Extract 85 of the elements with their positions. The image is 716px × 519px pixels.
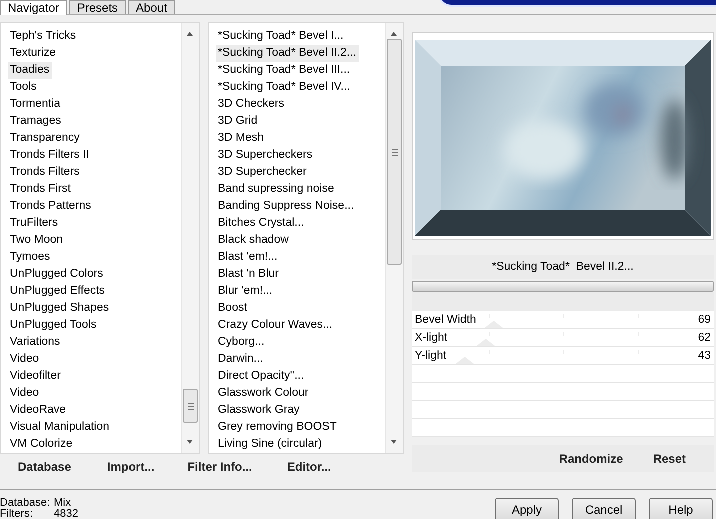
list-item[interactable]: Tronds Filters II bbox=[8, 147, 92, 164]
list-item[interactable]: UnPlugged Effects bbox=[8, 283, 108, 300]
parameter-value: 69 bbox=[698, 314, 711, 326]
list-button[interactable]: Editor... bbox=[287, 458, 332, 476]
filter-name: *Sucking Toad* Bevel II.2... bbox=[492, 261, 634, 273]
list-item[interactable]: Blur 'em!... bbox=[216, 283, 275, 300]
list-item[interactable]: 3D Superchecker bbox=[216, 164, 309, 181]
list-item[interactable]: Black shadow bbox=[216, 232, 291, 249]
list-item[interactable]: Cyborg... bbox=[216, 334, 267, 351]
list-item[interactable]: 3D Supercheckers bbox=[216, 147, 315, 164]
list-item[interactable]: Darwin... bbox=[216, 351, 266, 368]
slider-thumb[interactable] bbox=[485, 321, 504, 328]
list-item[interactable]: Blast 'em!... bbox=[216, 249, 280, 266]
list-item[interactable]: Video bbox=[8, 351, 42, 368]
list-item[interactable]: Tymoes bbox=[8, 249, 52, 266]
list-item[interactable]: Tronds Patterns bbox=[8, 198, 94, 215]
list-item[interactable]: Video bbox=[8, 385, 42, 402]
list-item[interactable]: UnPlugged Colors bbox=[8, 266, 106, 283]
status-label: Filters: bbox=[0, 509, 34, 519]
list-item[interactable]: Living Sine (circular) bbox=[216, 436, 324, 453]
dialog-button[interactable]: Apply bbox=[495, 498, 559, 519]
scroll-thumb[interactable] bbox=[183, 389, 198, 423]
list-item[interactable]: Boost bbox=[216, 300, 250, 317]
list-item[interactable]: *Sucking Toad* Bevel II.2... bbox=[216, 45, 359, 62]
slider-thumb[interactable] bbox=[476, 339, 495, 346]
list-item[interactable]: Tramages bbox=[8, 113, 64, 130]
list-item[interactable]: Band supressing noise bbox=[216, 181, 336, 198]
dialog-button[interactable]: Cancel bbox=[572, 498, 636, 519]
list-item[interactable]: 3D Grid bbox=[216, 113, 260, 130]
list-button[interactable]: Database bbox=[18, 458, 72, 476]
parameter-value: 43 bbox=[698, 350, 711, 362]
list-item[interactable]: Grey removing BOOST bbox=[216, 419, 339, 436]
list-item[interactable]: Glasswork Colour bbox=[216, 385, 311, 402]
list-item[interactable]: Texturize bbox=[8, 45, 58, 62]
list-item[interactable]: 3D Mesh bbox=[216, 130, 266, 147]
list-item[interactable]: UnPlugged Shapes bbox=[8, 300, 112, 317]
list-item[interactable]: VideoRave bbox=[8, 402, 68, 419]
list-item[interactable]: Variations bbox=[8, 334, 62, 351]
status-value: 4832 bbox=[54, 509, 78, 519]
grip-icon bbox=[392, 148, 398, 156]
list-item[interactable]: Direct Opacity''... bbox=[216, 368, 306, 385]
parameter-button[interactable]: Randomize bbox=[559, 450, 624, 468]
list-item[interactable]: *Sucking Toad* Bevel I... bbox=[216, 28, 346, 45]
list-button[interactable]: Import... bbox=[107, 458, 155, 476]
scroll-down-icon[interactable] bbox=[187, 440, 193, 444]
parameter-label: Bevel Width bbox=[415, 314, 476, 326]
list-item[interactable]: Visual Manipulation bbox=[8, 419, 112, 436]
list-item[interactable]: Transparency bbox=[8, 130, 82, 147]
list-item[interactable]: *Sucking Toad* Bevel IV... bbox=[216, 79, 352, 96]
list-button[interactable]: Filter Info... bbox=[188, 458, 252, 476]
list-item[interactable]: 3D Checkers bbox=[216, 96, 286, 113]
list-item[interactable]: Blast 'n Blur bbox=[216, 266, 281, 283]
status-label: Database: bbox=[0, 498, 52, 509]
list-item[interactable]: Tools bbox=[8, 79, 39, 96]
list-item[interactable]: Videofilter bbox=[8, 368, 63, 385]
list-item[interactable]: Teph's Tricks bbox=[8, 28, 78, 45]
status-value: Mix bbox=[54, 498, 72, 509]
list-item[interactable]: Bitches Crystal... bbox=[216, 215, 306, 232]
list-item[interactable]: VM Colorize bbox=[8, 436, 75, 453]
dialog-button[interactable]: Help bbox=[649, 498, 713, 519]
list-item[interactable]: Two Moon bbox=[8, 232, 66, 249]
scrollbar[interactable] bbox=[385, 23, 403, 453]
scrollbar[interactable] bbox=[181, 23, 199, 453]
list-item[interactable]: Tronds First bbox=[8, 181, 73, 198]
tab[interactable]: About bbox=[128, 0, 176, 14]
list-item[interactable]: Crazy Colour Waves... bbox=[216, 317, 335, 334]
parameter-label: X-light bbox=[415, 332, 448, 344]
list-item[interactable]: Tronds Filters bbox=[8, 164, 82, 181]
list-item[interactable]: TruFilters bbox=[8, 215, 60, 232]
slider-thumb[interactable] bbox=[456, 357, 474, 364]
list-item[interactable]: Banding Suppress Noise... bbox=[216, 198, 356, 215]
parameter-button[interactable]: Reset bbox=[653, 450, 686, 468]
list-item[interactable]: *Sucking Toad* Bevel III... bbox=[216, 62, 352, 79]
parameter-value: 62 bbox=[698, 332, 711, 344]
tab[interactable]: Navigator bbox=[0, 0, 68, 15]
parameter-label: Y-light bbox=[415, 350, 447, 362]
grip-icon bbox=[188, 402, 194, 410]
scroll-up-icon[interactable] bbox=[187, 32, 193, 36]
list-item[interactable]: Toadies bbox=[8, 62, 52, 79]
scroll-thumb[interactable] bbox=[387, 39, 402, 265]
list-item[interactable]: Glasswork Gray bbox=[216, 402, 302, 419]
tab[interactable]: Presets bbox=[69, 0, 126, 14]
list-item[interactable]: UnPlugged Tools bbox=[8, 317, 99, 334]
scroll-down-icon[interactable] bbox=[391, 440, 397, 444]
list-item[interactable]: Tormentia bbox=[8, 96, 62, 113]
